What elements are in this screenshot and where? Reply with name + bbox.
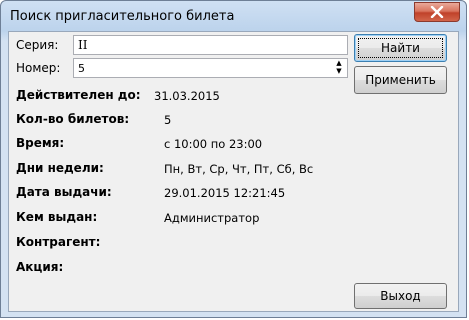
promotion-label: Акция: (16, 260, 64, 274)
ticket-count-value: 5 (164, 113, 172, 127)
series-input[interactable]: II (73, 35, 348, 55)
number-value: 5 (78, 62, 85, 75)
dialog-content: Серия: II Номер: 5 ▲ ▼ Найти Применить В… (8, 31, 459, 312)
close-button[interactable] (414, 2, 460, 22)
number-label: Номер: (16, 61, 61, 75)
weekdays-value: Пн, Вт, Ср, Чт, Пт, Сб, Вс (164, 162, 314, 176)
find-button-label: Найти (381, 41, 420, 55)
exit-button[interactable]: Выход (354, 283, 447, 309)
issue-date-value: 29.01.2015 12:21:45 (164, 186, 286, 200)
issue-date-label: Дата выдачи: (16, 185, 112, 199)
counterparty-label: Контрагент: (16, 235, 101, 249)
weekdays-label: Дни недели: (16, 161, 104, 175)
spin-up-icon[interactable]: ▲ (331, 59, 347, 67)
window-title: Поиск пригласительного билета (10, 9, 235, 24)
title-bar[interactable]: Поиск пригласительного билета (1, 1, 466, 31)
time-label: Время: (16, 136, 65, 150)
issued-by-value: Администратор (164, 211, 260, 225)
close-icon (430, 5, 444, 19)
apply-button[interactable]: Применить (354, 66, 447, 94)
time-value: с 10:00 по 23:00 (164, 137, 263, 151)
ticket-count-label: Кол-во билетов: (16, 112, 130, 126)
valid-until-value: 31.03.2015 (154, 89, 220, 103)
spin-down-icon[interactable]: ▼ (331, 67, 347, 75)
series-label: Серия: (16, 38, 59, 52)
exit-button-label: Выход (380, 289, 421, 303)
valid-until-label: Действителен до: (16, 88, 141, 102)
series-value: II (78, 38, 88, 52)
dialog-window: Поиск пригласительного билета Серия: II … (0, 0, 467, 318)
issued-by-label: Кем выдан: (16, 210, 98, 224)
find-button[interactable]: Найти (354, 34, 447, 62)
stepper-arrows[interactable]: ▲ ▼ (331, 59, 347, 77)
number-stepper[interactable]: 5 ▲ ▼ (73, 58, 348, 78)
apply-button-label: Применить (365, 73, 436, 87)
